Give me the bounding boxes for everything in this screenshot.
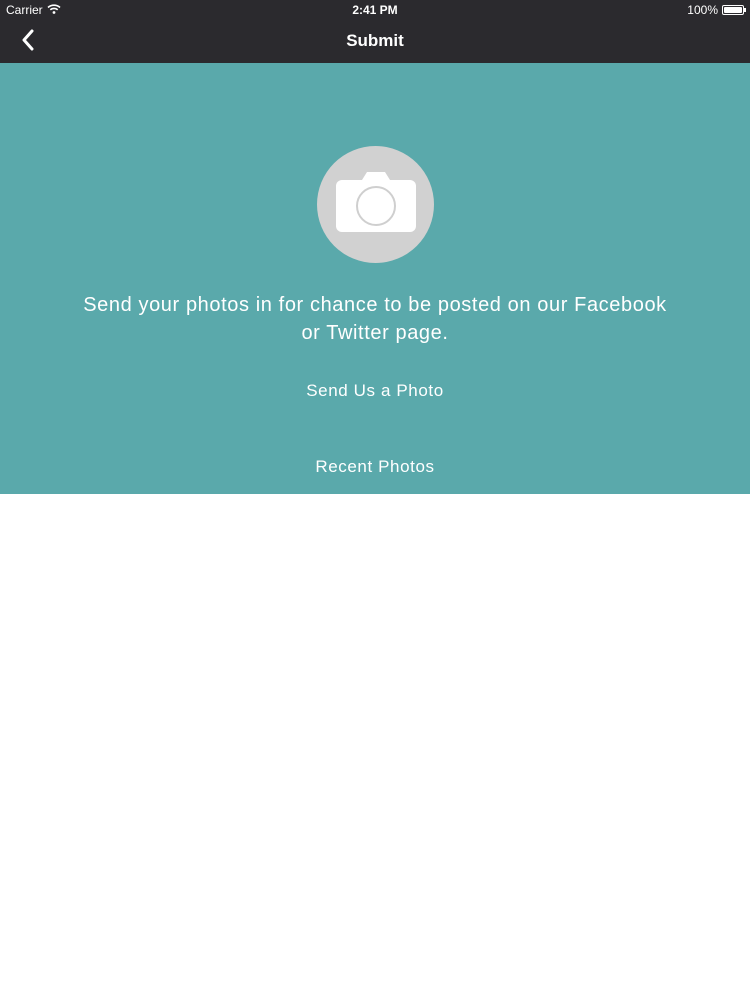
status-right: 100% (687, 3, 746, 17)
navigation-bar: Submit (0, 20, 750, 63)
battery-percent: 100% (687, 3, 718, 17)
send-photo-link[interactable]: Send Us a Photo (0, 381, 750, 401)
camera-icon (334, 170, 418, 239)
camera-button[interactable] (317, 146, 434, 263)
content-area (0, 494, 750, 1000)
battery-icon (722, 5, 746, 15)
hero-message: Send your photos in for chance to be pos… (83, 294, 667, 344)
page-title: Submit (346, 31, 404, 50)
status-time: 2:41 PM (352, 3, 398, 17)
battery-fill (724, 7, 742, 13)
hero-section: Send your photos in for chance to be pos… (0, 63, 750, 494)
battery-tip (744, 8, 746, 12)
recent-photos-link[interactable]: Recent Photos (0, 457, 750, 477)
status-bar: Carrier 2:41 PM 100% (0, 0, 750, 20)
